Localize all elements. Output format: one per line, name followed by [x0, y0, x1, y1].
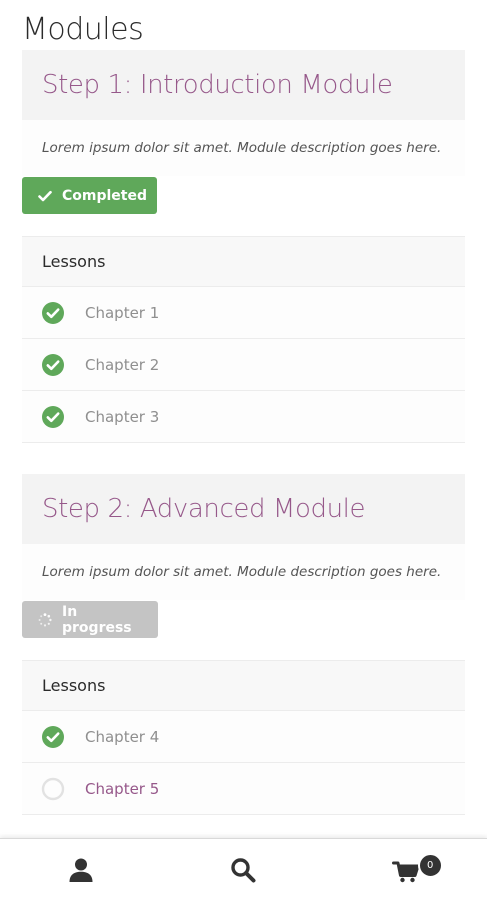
lesson-item[interactable]: Chapter 5 [22, 763, 465, 815]
module-title[interactable]: Step 2: Advanced Module [42, 494, 365, 524]
module-card: Step 2: Advanced Module Lorem ipsum dolo… [22, 474, 465, 815]
check-circle-icon [41, 405, 65, 429]
lessons-list: Lessons Chapter 1 Chapter 2 Chapter 3 [22, 236, 465, 443]
search-icon [229, 856, 257, 888]
lesson-label[interactable]: Chapter 1 [85, 304, 159, 322]
cart-count-badge: 0 [417, 853, 443, 878]
cart-button[interactable]: 0 [325, 839, 487, 905]
lesson-label[interactable]: Chapter 2 [85, 356, 159, 374]
empty-circle-icon [41, 777, 65, 801]
check-circle-icon [41, 725, 65, 749]
cart-icon [391, 856, 420, 888]
status-badge-in-progress: In progress [22, 601, 158, 638]
module-header[interactable]: Step 1: Introduction Module [22, 50, 465, 120]
page: Modules Step 1: Introduction Module Lore… [0, 0, 487, 905]
lesson-item[interactable]: Chapter 2 [22, 339, 465, 391]
check-icon [38, 189, 52, 203]
lesson-item[interactable]: Chapter 1 [22, 287, 465, 339]
check-circle-icon [41, 353, 65, 377]
lesson-label[interactable]: Chapter 3 [85, 408, 159, 426]
search-button[interactable] [162, 839, 324, 905]
module-title[interactable]: Step 1: Introduction Module [42, 70, 393, 100]
user-icon [67, 856, 95, 888]
check-circle-icon [41, 301, 65, 325]
lessons-list: Lessons Chapter 4 Chapter 5 [22, 660, 465, 815]
lesson-item[interactable]: Chapter 3 [22, 391, 465, 443]
lessons-header: Lessons [22, 237, 465, 287]
status-label: Completed [62, 187, 148, 204]
account-button[interactable] [0, 839, 162, 905]
module-header[interactable]: Step 2: Advanced Module [22, 474, 465, 544]
lesson-label[interactable]: Chapter 4 [85, 728, 159, 746]
status-label: In progress [62, 603, 132, 636]
module-description: Lorem ipsum dolor sit amet. Module descr… [22, 120, 465, 176]
spinner-icon [38, 612, 52, 627]
module-card: Step 1: Introduction Module Lorem ipsum … [22, 50, 465, 443]
page-title: Modules [22, 12, 144, 47]
lesson-label[interactable]: Chapter 5 [85, 780, 159, 798]
module-description: Lorem ipsum dolor sit amet. Module descr… [22, 544, 465, 600]
lesson-item[interactable]: Chapter 4 [22, 711, 465, 763]
status-badge-completed: Completed [22, 177, 157, 214]
bottom-nav-bar: 0 [0, 838, 487, 905]
lessons-header: Lessons [22, 661, 465, 711]
